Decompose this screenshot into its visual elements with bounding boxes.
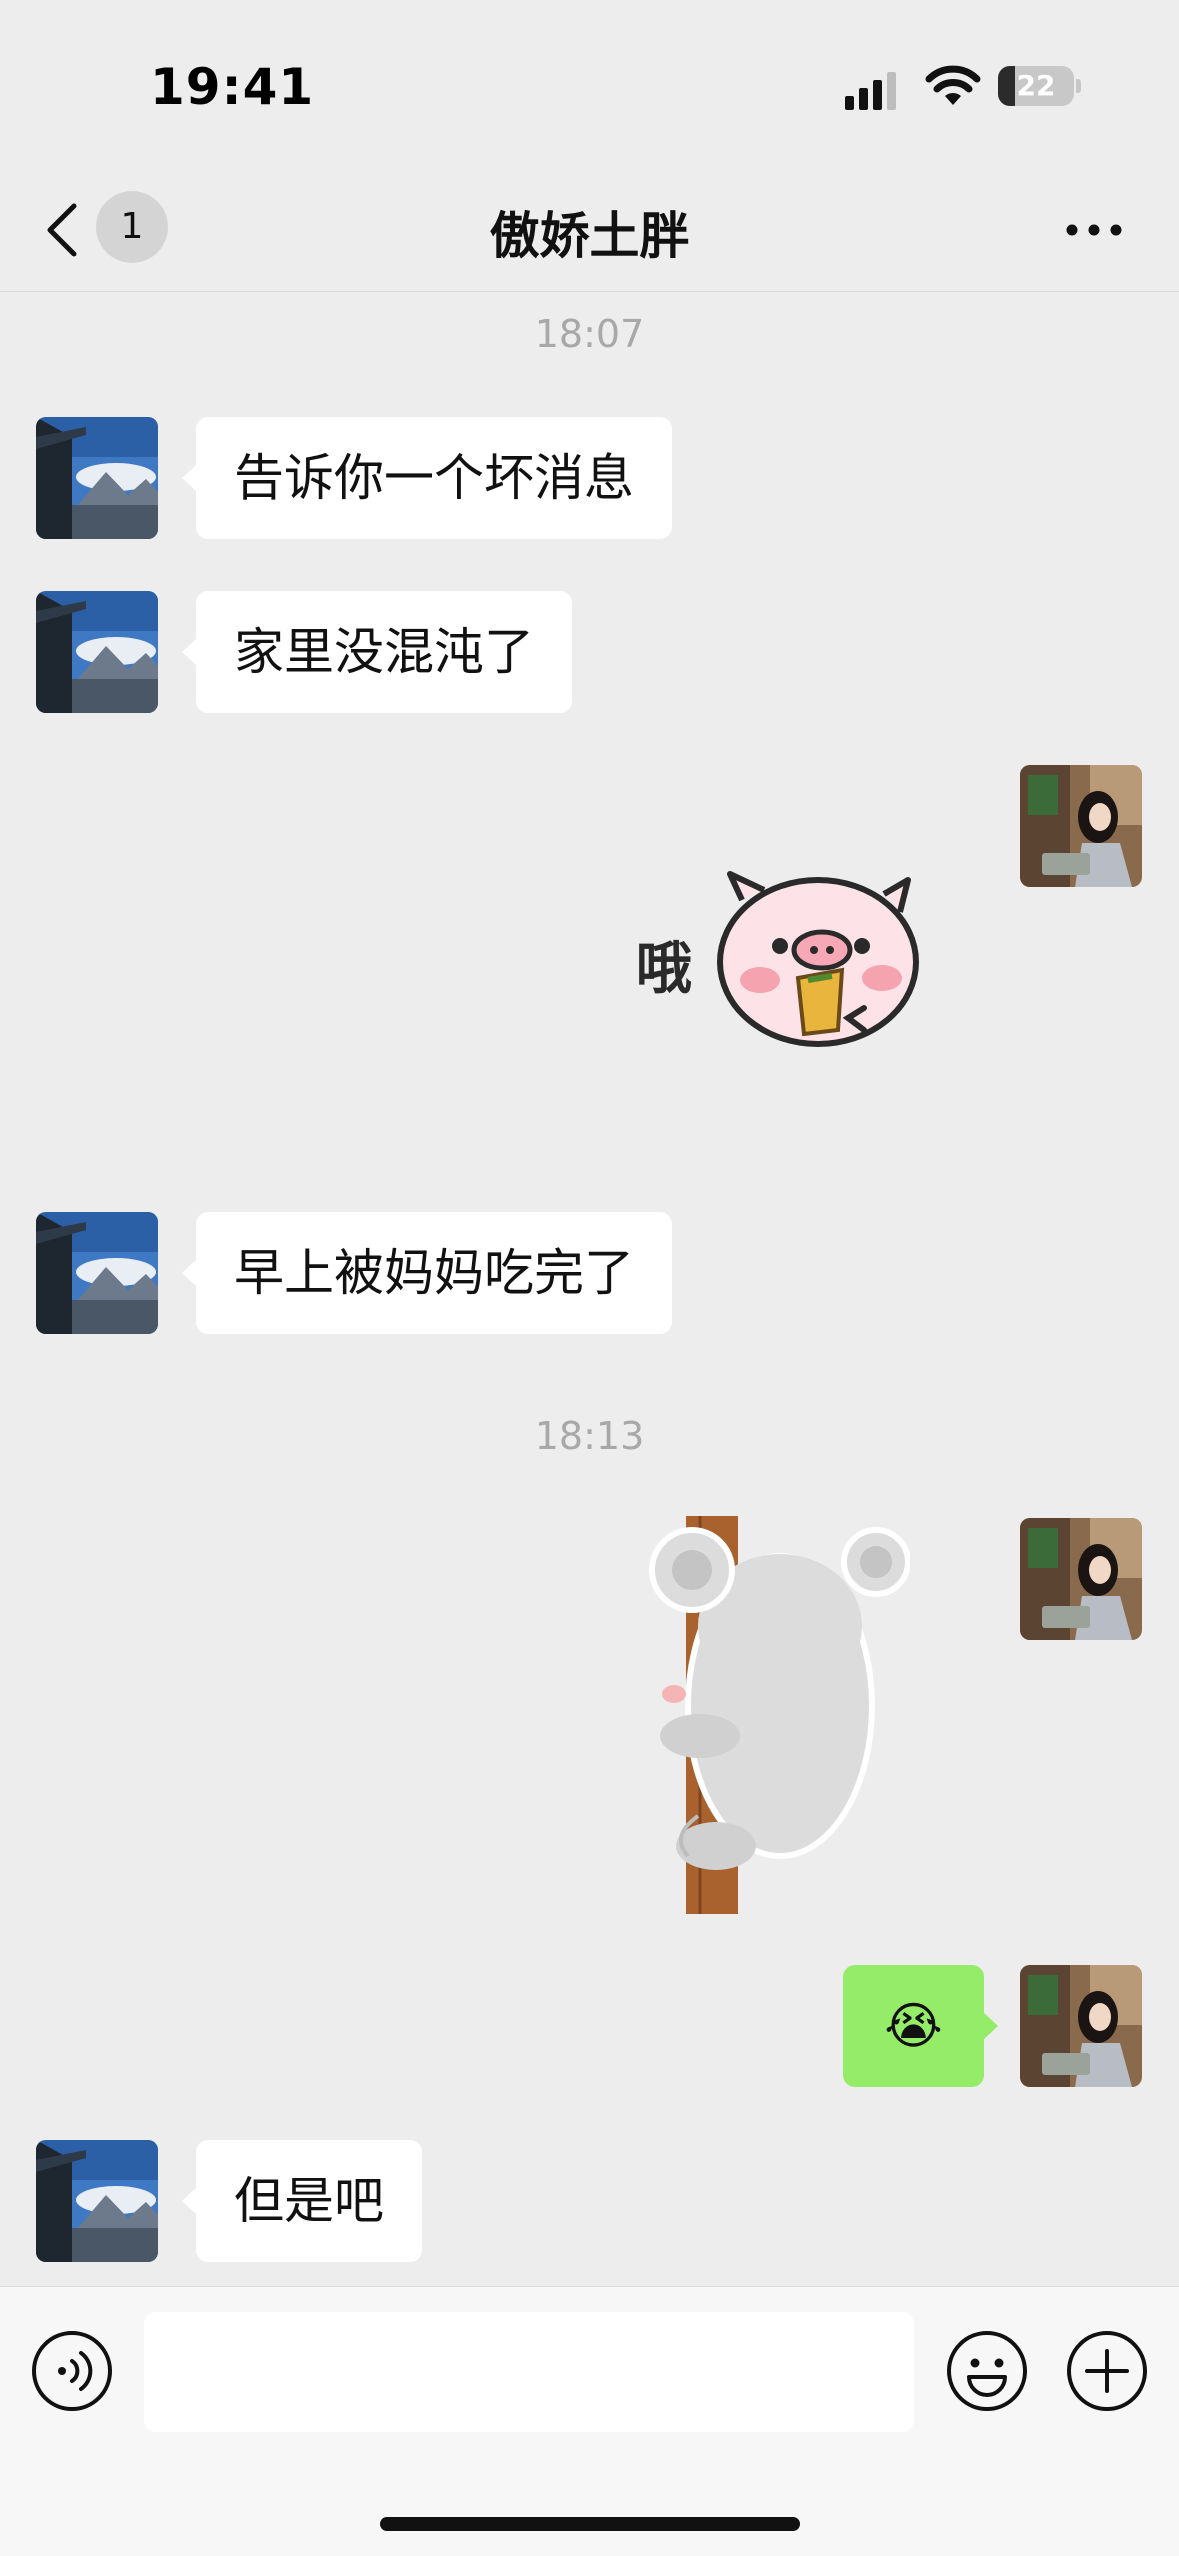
contact-avatar[interactable] [36, 1212, 158, 1334]
home-indicator [380, 2517, 800, 2531]
more-horizontal-icon[interactable] [1064, 210, 1124, 250]
contact-avatar[interactable] [36, 417, 158, 539]
message-bubble[interactable]: 告诉你一个坏消息 [182, 417, 672, 539]
chat-header: 1 傲娇土胖 [0, 170, 1179, 292]
voice-icon[interactable] [30, 2329, 114, 2413]
message-bubble[interactable]: 😭 [843, 1965, 998, 2087]
plus-circle-icon[interactable] [1065, 2329, 1149, 2413]
timestamp: 18:13 [534, 1414, 645, 1458]
message-input[interactable] [144, 2312, 914, 2432]
koala-sticker[interactable] [640, 1516, 910, 1914]
self-avatar[interactable] [1020, 1965, 1142, 2087]
chevron-left-icon[interactable] [42, 200, 82, 260]
self-avatar[interactable] [1020, 765, 1142, 887]
wifi-icon [925, 65, 981, 105]
message-bubble[interactable]: 家里没混沌了 [182, 591, 572, 713]
cellular-signal-icon [845, 72, 896, 110]
chat-title: 傲娇土胖 [489, 207, 690, 265]
battery-body: 22 [998, 66, 1074, 106]
input-bar [0, 2286, 1179, 2556]
timestamp: 18:07 [534, 312, 645, 356]
status-bar: 19:41 22 [0, 0, 1179, 170]
sticker-caption: 哦 [636, 937, 692, 1002]
pig-sticker[interactable]: 哦 [632, 870, 932, 1060]
battery-indicator: 22 [998, 66, 1081, 106]
self-avatar[interactable] [1020, 1518, 1142, 1640]
contact-avatar[interactable] [36, 2140, 158, 2262]
battery-tip [1076, 79, 1081, 93]
battery-level: 22 [1016, 69, 1056, 102]
emoji-icon[interactable] [945, 2329, 1029, 2413]
message-bubble[interactable]: 但是吧 [182, 2140, 422, 2262]
unread-count-badge[interactable]: 1 [96, 191, 168, 263]
message-bubble[interactable]: 早上被妈妈吃完了 [182, 1212, 672, 1334]
status-time: 19:41 [150, 58, 315, 116]
contact-avatar[interactable] [36, 591, 158, 713]
